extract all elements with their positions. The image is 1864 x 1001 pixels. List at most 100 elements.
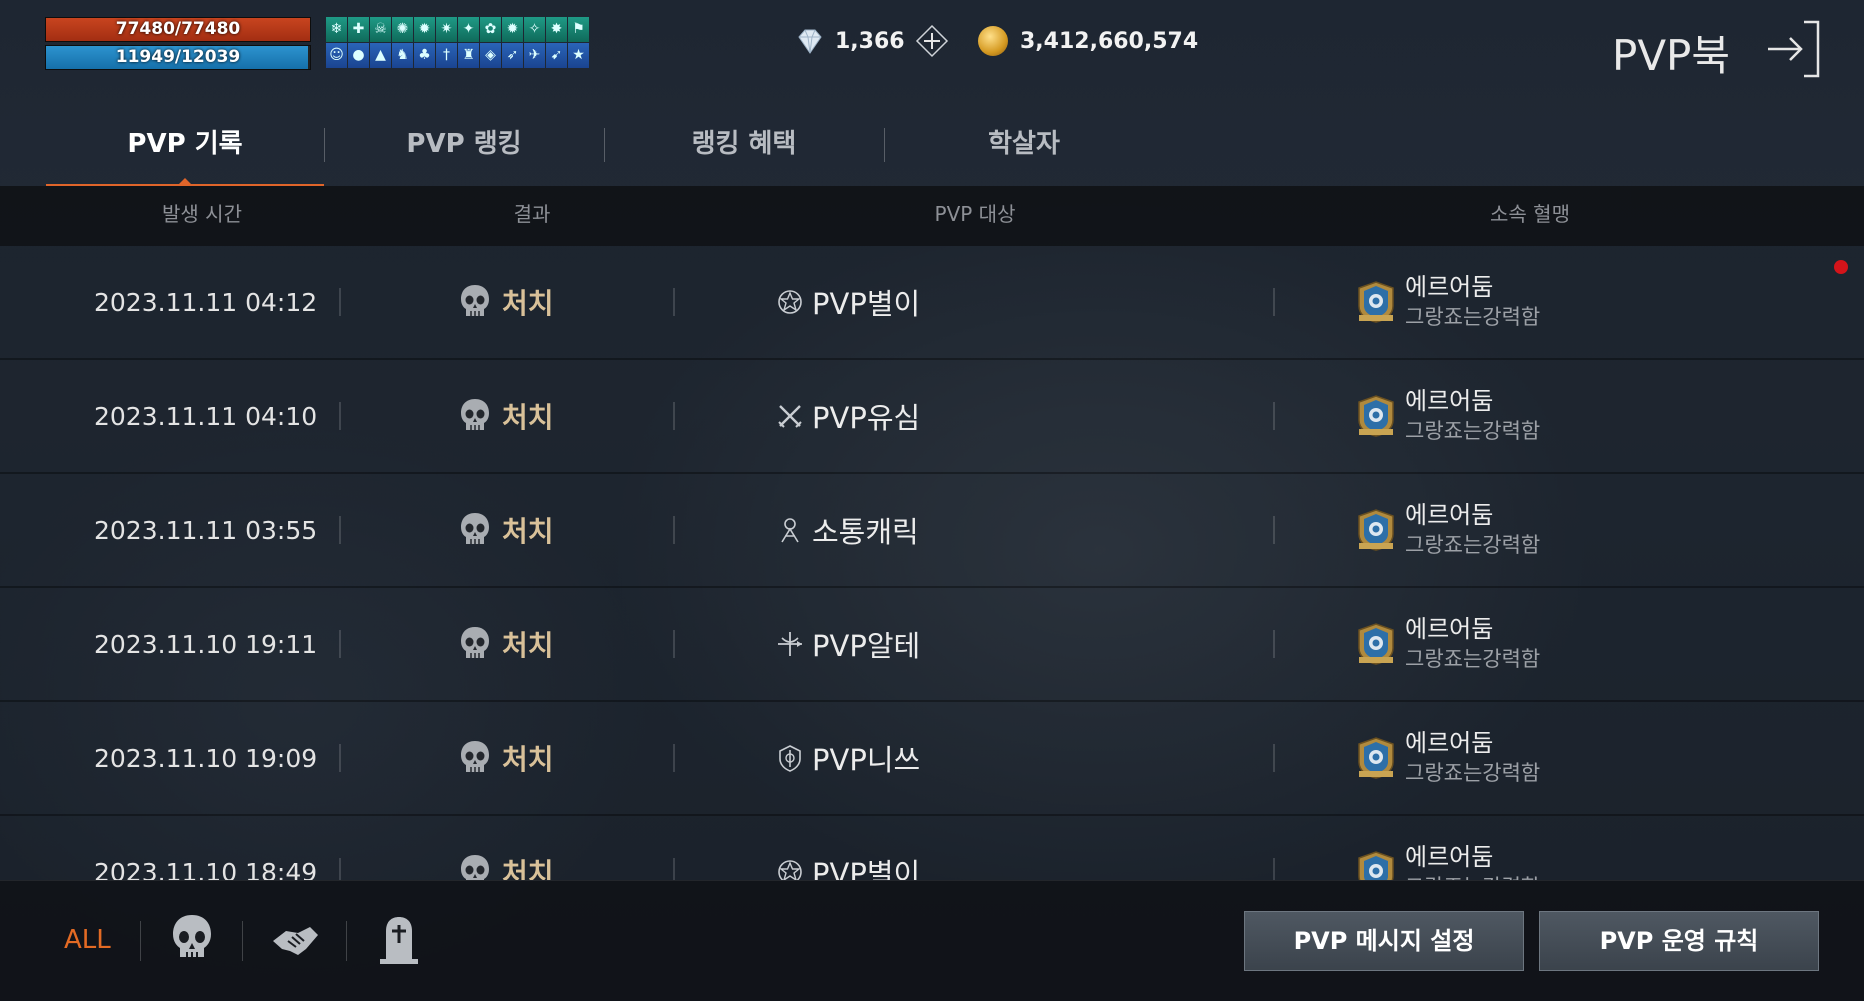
cell-divider (1273, 744, 1275, 772)
row-result: 처치 (458, 360, 554, 472)
add-diamond-button[interactable] (915, 24, 949, 58)
pvp-rules-button[interactable]: PVP 운영 규칙 (1539, 911, 1819, 971)
cell-divider (1273, 288, 1275, 316)
burst-buff-icon[interactable]: ✸ (546, 17, 567, 42)
server-name: 에르어둠 (1405, 501, 1494, 529)
flower-buff-icon[interactable]: ✿ (480, 17, 501, 42)
handshake-filter-icon[interactable] (270, 911, 320, 967)
header-result: 결과 (513, 202, 551, 226)
diamond-value: 1,366 (835, 28, 905, 54)
skull-icon (461, 627, 489, 658)
sword-buff-icon[interactable]: † (436, 43, 457, 68)
tab-pvp-ranking[interactable]: PVP 랭킹 (324, 118, 604, 184)
tombstone-filter-icon[interactable] (374, 911, 424, 967)
row-target[interactable]: PVP알테 (776, 588, 920, 700)
boots-buff-icon[interactable]: ♞ (392, 43, 413, 68)
gear-buff-icon[interactable]: ✹ (502, 17, 523, 42)
row-time: 2023.11.11 04:12 (94, 287, 318, 317)
filter-all-button[interactable]: ALL (64, 925, 111, 955)
cell-divider (339, 288, 341, 316)
gold-value: 3,412,660,574 (1020, 28, 1199, 54)
tower-buff-icon[interactable]: ♜ (458, 43, 479, 68)
gold-coin-icon (978, 26, 1008, 56)
cell-divider (673, 858, 675, 880)
clan-name: 그랑죠는강력함 (1405, 647, 1541, 671)
row-target[interactable]: PVP유심 (776, 360, 920, 472)
crossed-swords-icon (778, 405, 802, 428)
clan-emblem-icon (1358, 395, 1394, 437)
skull-icon (461, 741, 489, 772)
tab-ranking-benefits[interactable]: 랭킹 혜택 (604, 118, 884, 184)
skull-icon (461, 855, 489, 880)
bottom-bar: ALL PVP 메시지 설정 PVP 운영 규칙 (0, 880, 1864, 1001)
new-indicator-dot (1834, 260, 1848, 274)
table-row[interactable]: 2023.11.10 19:09 처치 PVP니쓰 에르어둠 그랑죠는강력함 (0, 702, 1864, 816)
target-name: PVP니쓰 (812, 743, 921, 777)
row-target[interactable]: 소통캐릭 (776, 474, 919, 586)
cell-divider (673, 516, 675, 544)
star-emblem-icon (778, 860, 802, 880)
clover-buff-icon[interactable]: ♣ (414, 43, 435, 68)
wing-buff-icon[interactable]: ✦ (458, 17, 479, 42)
star-emblem-icon (778, 290, 802, 314)
pvp-message-settings-button[interactable]: PVP 메시지 설정 (1244, 911, 1524, 971)
snowflake-buff-icon[interactable]: ❄ (326, 17, 347, 42)
gold-currency: 3,412,660,574 (978, 18, 1198, 64)
cell-divider (339, 402, 341, 430)
drop-buff-icon[interactable]: ● (348, 43, 369, 68)
tab-bar: PVP 기록 PVP 랭킹 랭킹 혜택 학살자 (46, 118, 1060, 186)
row-result: 처치 (458, 588, 554, 700)
row-target[interactable]: PVP별이 (776, 816, 920, 880)
clan-name: 그랑죠는강력함 (1405, 419, 1541, 443)
tab-slayer[interactable]: 학살자 (884, 118, 1164, 184)
shield-buff-icon[interactable]: ◈ (480, 43, 501, 68)
table-row[interactable]: 2023.11.11 04:12 처치 PVP별이 에르어둠 그랑죠는강력함 (0, 246, 1864, 360)
tree-buff-icon[interactable]: ▲ (370, 43, 391, 68)
row-result: 처치 (458, 702, 554, 814)
feather-buff-icon[interactable]: ➹ (546, 43, 567, 68)
table-row[interactable]: 2023.11.11 03:55 처치 소통캐릭 에르어둠 그랑죠는강력함 (0, 474, 1864, 588)
result-label: 처치 (502, 401, 554, 434)
cross-buff-icon[interactable]: ✚ (348, 17, 369, 42)
row-time: 2023.11.11 04:10 (94, 401, 318, 431)
skull-icon (461, 513, 489, 544)
skull-icon (461, 285, 489, 316)
row-target[interactable]: PVP별이 (776, 246, 920, 358)
face-buff-icon[interactable]: ☺ (326, 43, 347, 68)
table-row[interactable]: 2023.11.10 19:11 처치 PVP알테 에르어둠 그랑죠는강력함 (0, 588, 1864, 702)
table-row[interactable]: 2023.11.10 18:49 처치 PVP별이 에르어둠그랑죠는강력함 (0, 816, 1864, 880)
table-row[interactable]: 2023.11.11 04:10 처치 PVP유심 에르어둠그랑죠는강력함 (0, 360, 1864, 474)
bird-buff-icon[interactable]: ✈ (524, 43, 545, 68)
cell-divider (1273, 516, 1275, 544)
filter-divider (140, 921, 141, 961)
clan-emblem-icon (1358, 851, 1394, 880)
skull-buff-icon[interactable]: ☠ (370, 17, 391, 42)
row-target[interactable]: PVP니쓰 (776, 702, 920, 814)
filter-divider (346, 921, 347, 961)
sparkle-buff-icon[interactable]: ✧ (524, 17, 545, 42)
pvp-record-list[interactable]: 2023.11.11 04:12 처치 PVP별이 에르어둠 그랑죠는강력함 2023.1… (0, 246, 1864, 880)
gear-buff-icon[interactable]: ✹ (414, 17, 435, 42)
exit-icon[interactable] (1764, 18, 1822, 80)
hp-bar: 77480/77480 (45, 17, 311, 42)
row-clan: 에르어둠그랑죠는강력함 (1355, 702, 1540, 814)
filter-divider (242, 921, 243, 961)
arrow-buff-icon[interactable]: ➶ (502, 43, 523, 68)
buff-icons-panel[interactable]: ❄ ✚ ☠ ✺ ✹ ✷ ✦ ✿ ✹ ✧ ✸ ⚑ ☺ ● ▲ ♞ ♣ † ♜ ◈ ➶ ✈ ➹ ★ (326, 17, 589, 69)
server-name: 에르어둠 (1405, 843, 1494, 871)
mp-bar: 11949/12039 (45, 45, 311, 70)
cell-divider (673, 402, 675, 430)
flag-buff-icon[interactable]: ⚑ (568, 17, 589, 42)
skull-filter-icon[interactable] (167, 911, 217, 967)
row-clan: 에르어둠그랑죠는강력함 (1355, 246, 1540, 358)
clan-emblem-icon (1358, 281, 1394, 323)
row-clan: 에르어둠그랑죠는강력함 (1355, 588, 1540, 700)
crossbow-icon (778, 632, 802, 656)
cell-divider (673, 288, 675, 316)
server-name: 에르어둠 (1405, 387, 1494, 415)
row-time: 2023.11.10 19:09 (94, 743, 318, 773)
star-buff-icon[interactable]: ★ (568, 43, 589, 68)
cog-buff-icon[interactable]: ✷ (436, 17, 457, 42)
spider-buff-icon[interactable]: ✺ (392, 17, 413, 42)
tab-pvp-record[interactable]: PVP 기록 (46, 118, 324, 186)
